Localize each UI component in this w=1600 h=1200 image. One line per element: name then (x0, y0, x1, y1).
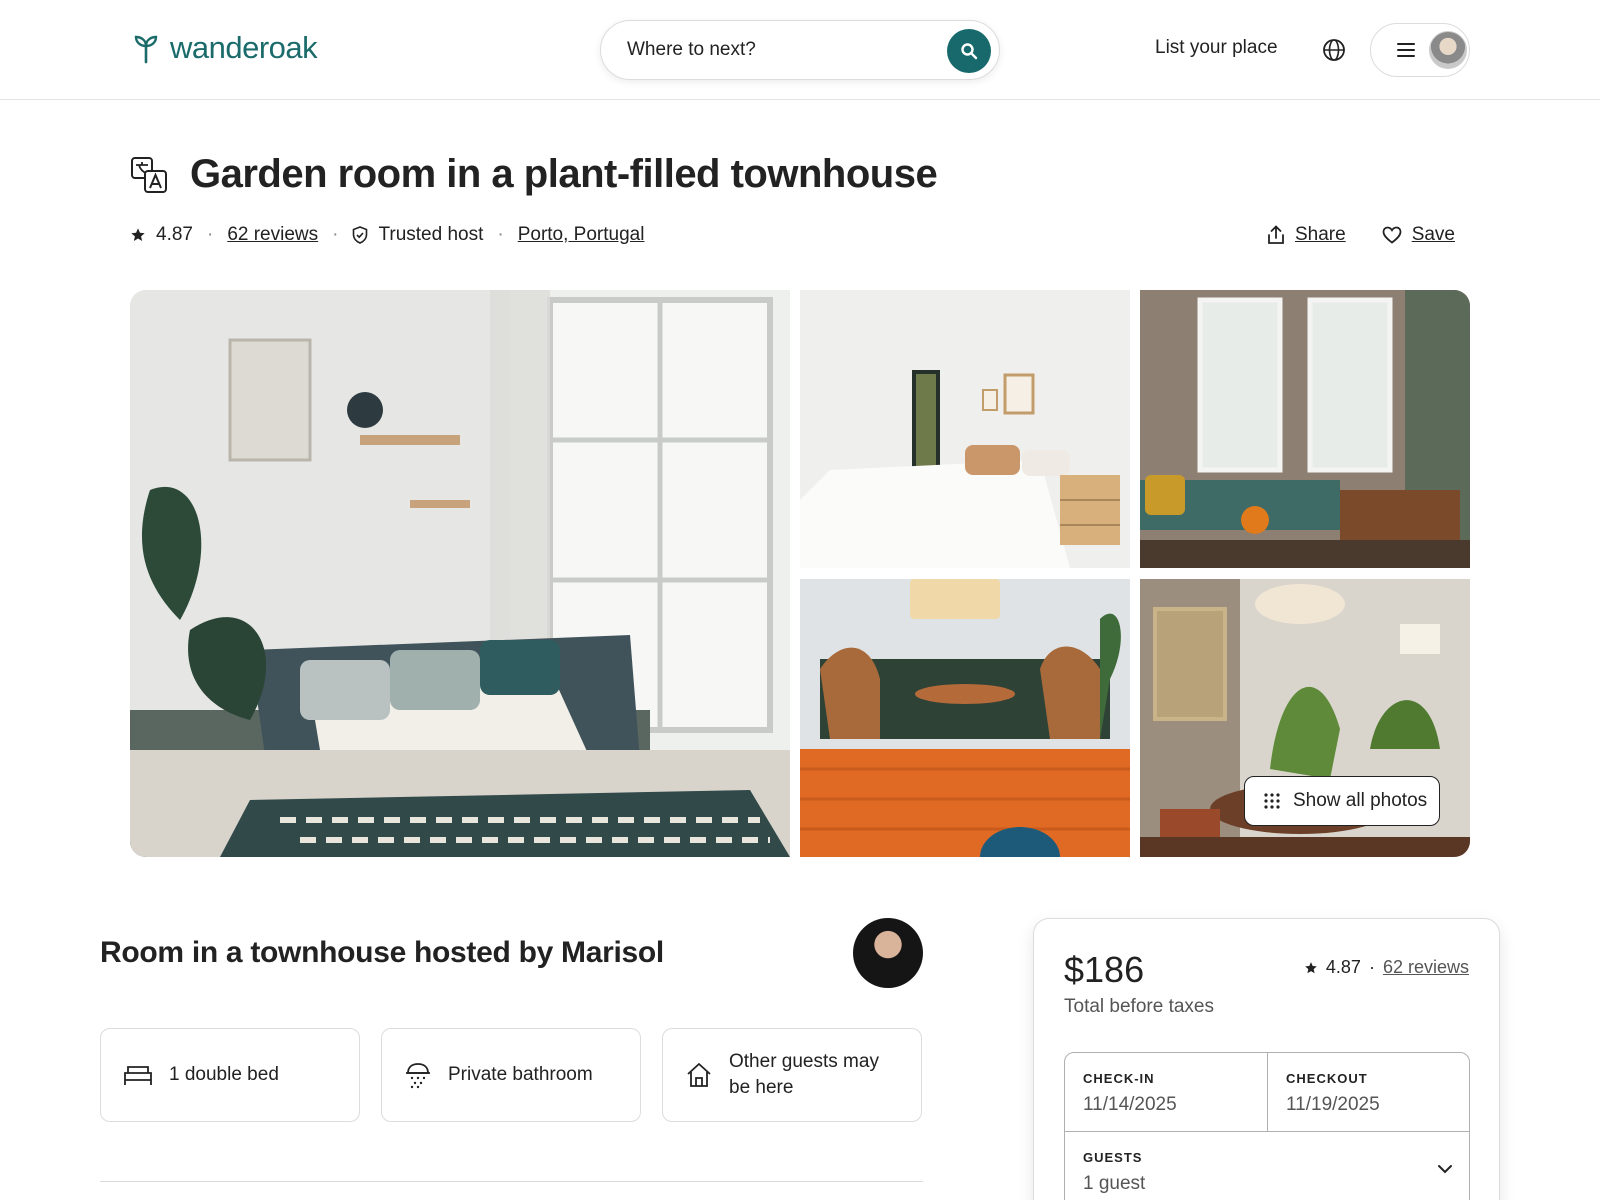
listing-photo-bedroom[interactable] (800, 290, 1130, 568)
section-divider (100, 1181, 923, 1182)
guests-label: GUESTS (1083, 1150, 1143, 1165)
share-button[interactable]: Share (1267, 224, 1346, 246)
feature-label: Other guests may be here (729, 1051, 879, 1098)
show-all-photos-button[interactable]: Show all photos (1244, 776, 1440, 826)
host-heading: Room in a townhouse hosted by Marisol (100, 936, 664, 969)
feature-card-shared: Other guests may be here (662, 1028, 922, 1122)
save-label: Save (1411, 224, 1455, 245)
share-label: Share (1294, 224, 1346, 245)
feature-card-bed: 1 double bed (100, 1028, 360, 1122)
price-note: Total before taxes (1064, 996, 1214, 1017)
price-total: $186 (1064, 949, 1145, 990)
shield-check-icon (353, 226, 368, 244)
date-guest-picker: CHECK-IN 11/14/2025 CHECKOUT 11/19/2025 … (1064, 1052, 1470, 1200)
page-title: Garden room in a plant-filled townhouse (190, 152, 938, 196)
checkin-label: CHECK-IN (1083, 1071, 1155, 1086)
brand-logo[interactable]: wanderoak (134, 30, 318, 66)
shower-icon (406, 1063, 430, 1089)
search-bar[interactable]: Where to next? (600, 20, 1000, 80)
separator-dot: · (1368, 957, 1375, 977)
feature-label: 1 double bed (169, 1064, 279, 1085)
share-icon (1268, 225, 1284, 244)
guests-field[interactable]: GUESTS 1 guest (1065, 1131, 1469, 1200)
star-icon (131, 228, 145, 241)
lounge-illustration (1140, 290, 1470, 568)
save-button[interactable]: Save (1382, 224, 1455, 246)
heart-icon (1382, 226, 1402, 244)
star-icon (1305, 961, 1317, 973)
checkout-value: 11/19/2025 (1286, 1094, 1380, 1115)
house-icon (687, 1063, 711, 1087)
host-badge: Trusted host (378, 224, 484, 245)
dining-illustration (800, 579, 1130, 857)
checkout-field[interactable]: CHECKOUT 11/19/2025 (1268, 1053, 1469, 1131)
separator-dot: · (206, 224, 214, 245)
rating-value: 4.87 (156, 224, 193, 245)
chevron-down-icon (1438, 1165, 1452, 1174)
globe-icon[interactable] (1322, 38, 1346, 62)
bedroom-illustration (800, 290, 1130, 568)
listing-actions: Share Save (1267, 224, 1455, 246)
separator-dot: · (497, 224, 504, 245)
user-menu-button[interactable] (1370, 23, 1470, 77)
bed-icon (124, 1066, 152, 1085)
checkout-label: CHECKOUT (1286, 1071, 1368, 1086)
card-rating-value: 4.87 (1325, 957, 1361, 977)
listing-photo-lounge[interactable] (1140, 290, 1470, 568)
feature-card-bathroom: Private bathroom (381, 1028, 641, 1122)
location-link[interactable]: Porto, Portugal (518, 224, 645, 246)
checkin-field[interactable]: CHECK-IN 11/14/2025 (1065, 1053, 1268, 1131)
listing-photo-main[interactable] (130, 290, 790, 857)
search-input[interactable]: Where to next? (627, 39, 756, 61)
user-avatar (1429, 31, 1467, 69)
search-icon (961, 43, 978, 60)
sprout-icon (134, 35, 158, 64)
guests-value: 1 guest (1083, 1173, 1146, 1194)
host-avatar[interactable] (853, 918, 923, 988)
listing-photo-dining[interactable] (800, 579, 1130, 857)
translate-icon[interactable] (130, 156, 168, 194)
card-rating: 4.87 · 62 reviews (1304, 957, 1469, 978)
search-button[interactable] (947, 29, 991, 73)
living-room-illustration (130, 290, 790, 857)
feature-label: Private bathroom (448, 1064, 593, 1085)
reviews-link[interactable]: 62 reviews (227, 224, 318, 246)
brand-name: wanderoak (170, 30, 318, 65)
booking-card: $186 Total before taxes 4.87 · 62 review… (1033, 918, 1500, 1200)
separator-dot: · (332, 224, 339, 245)
title-row: Garden room in a plant-filled townhouse (130, 152, 938, 197)
hamburger-icon (1397, 43, 1415, 57)
list-your-place-link[interactable]: List your place (1155, 37, 1278, 59)
show-all-photos-label: Show all photos (1293, 790, 1428, 811)
top-nav: wanderoak Where to next? List your place (0, 0, 1600, 100)
photo-gallery (130, 290, 1470, 857)
listing-meta: 4.87 · 62 reviews · Trusted host · Porto… (130, 224, 644, 246)
checkin-value: 11/14/2025 (1083, 1094, 1177, 1115)
card-reviews-link[interactable]: 62 reviews (1383, 957, 1469, 978)
grid-dots-icon (1264, 793, 1280, 809)
